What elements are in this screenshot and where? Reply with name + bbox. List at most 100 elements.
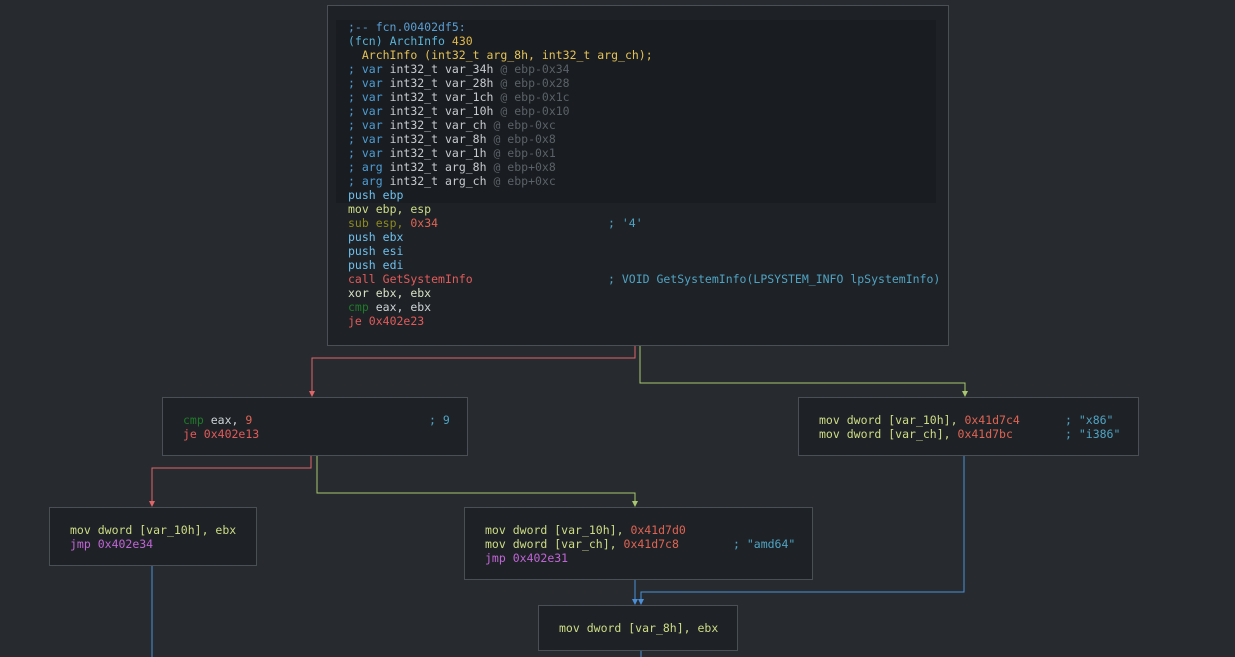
operand: ebp, esp xyxy=(375,202,432,216)
operand: esi xyxy=(382,244,404,258)
operand: dword [var_10h], xyxy=(846,413,958,427)
signature-text: ArchInfo (int32_t arg_8h, int32_t arg_ch… xyxy=(361,48,653,62)
basic-block-mov-ebx[interactable]: mov dword [var_10h], ebx jmp 0x402e34 xyxy=(49,507,257,566)
var-kind: ; var xyxy=(348,76,383,90)
instruction[interactable]: call GetSystemInfo ; VOID GetSystemInfo(L… xyxy=(348,272,948,286)
jump-target[interactable]: 0x402e23 xyxy=(369,314,424,328)
var-location: @ ebp-0x1 xyxy=(493,146,556,160)
instruction[interactable]: push esi xyxy=(348,244,948,258)
var-location: @ ebp-0x10 xyxy=(500,104,570,118)
basic-block-cmp9[interactable]: cmp eax, 9 ; 9 je 0x402e13 xyxy=(162,397,468,456)
jump-target[interactable]: 0x402e31 xyxy=(513,551,568,565)
var-declaration[interactable]: ; var int32_t var_1ch @ ebp-0x1c xyxy=(348,90,948,104)
basic-block-amd64[interactable]: mov dword [var_10h], 0x41d7d0 mov dword … xyxy=(464,507,813,580)
instruction[interactable]: je 0x402e23 xyxy=(348,314,948,328)
instruction[interactable]: sub esp, 0x34 ; '4' xyxy=(348,216,948,230)
var-kind: ; var xyxy=(348,90,383,104)
mnemonic: push xyxy=(348,230,376,244)
var-type: int32_t xyxy=(389,76,439,90)
instruction[interactable]: cmp eax, ebx xyxy=(348,300,948,314)
operand: dword [var_10h], ebx xyxy=(97,523,237,537)
var-type: int32_t xyxy=(389,160,439,174)
var-location: @ ebp-0xc xyxy=(493,118,556,132)
call-target[interactable]: GetSystemInfo xyxy=(383,272,473,286)
operand: ebp xyxy=(382,188,404,202)
mnemonic: je xyxy=(183,427,197,441)
mnemonic: push xyxy=(348,188,376,202)
edge-cmp9-to-movebx xyxy=(151,456,312,502)
var-type: int32_t xyxy=(389,62,439,76)
var-kind: ; arg xyxy=(348,160,383,174)
hex-operand: 0x41d7d0 xyxy=(630,523,686,537)
basic-block-main[interactable]: ;-- fcn.00402df5: (fcn) ArchInfo 430 Arc… xyxy=(327,5,949,346)
instruction[interactable]: mov dword [var_10h], 0x41d7d0 xyxy=(485,523,812,537)
fcn-prefix: (fcn) xyxy=(348,34,383,48)
instruction[interactable]: push ebx xyxy=(348,230,948,244)
comment: ; "i386" xyxy=(1065,427,1121,441)
instruction[interactable]: push ebp xyxy=(348,188,948,202)
instruction[interactable]: cmp eax, 9 ; 9 xyxy=(183,413,467,427)
operand: ebx xyxy=(382,230,404,244)
instruction[interactable]: xor ebx, ebx xyxy=(348,286,948,300)
mnemonic: mov xyxy=(819,413,840,427)
hex-operand: 0x34 xyxy=(410,216,439,230)
instruction[interactable]: jmp 0x402e31 xyxy=(485,551,812,565)
var-type: int32_t xyxy=(389,90,439,104)
var-declaration[interactable]: ; arg int32_t arg_8h @ ebp+0x8 xyxy=(348,160,948,174)
var-location: @ ebp-0x8 xyxy=(493,132,556,146)
function-name[interactable]: ArchInfo xyxy=(390,34,445,48)
mnemonic: push xyxy=(348,258,376,272)
var-declaration[interactable]: ; var int32_t var_34h @ ebp-0x34 xyxy=(348,62,948,76)
var-type: int32_t xyxy=(389,174,439,188)
mnemonic: mov xyxy=(485,523,506,537)
var-declaration[interactable]: ; var int32_t var_8h @ ebp-0x8 xyxy=(348,132,948,146)
var-declaration[interactable]: ; var int32_t var_28h @ ebp-0x28 xyxy=(348,76,948,90)
var-type: int32_t xyxy=(389,132,439,146)
mnemonic: jmp xyxy=(485,551,506,565)
mnemonic: call xyxy=(348,272,376,286)
operand: dword [var_ch], xyxy=(512,537,617,551)
var-declaration[interactable]: ; arg int32_t arg_ch @ ebp+0xc xyxy=(348,174,948,188)
instruction[interactable]: mov dword [var_10h], 0x41d7c4 ; "x86" xyxy=(819,413,1138,427)
var-declaration[interactable]: ; var int32_t var_ch @ ebp-0xc xyxy=(348,118,948,132)
comment: ; VOID GetSystemInfo(LPSYSTEM_INFO lpSys… xyxy=(608,272,941,286)
jump-target[interactable]: 0x402e13 xyxy=(204,427,259,441)
comment: ; '4' xyxy=(608,216,643,230)
instruction[interactable]: mov dword [var_10h], ebx xyxy=(70,523,256,537)
jump-target[interactable]: 0x402e34 xyxy=(98,537,153,551)
basic-block-var8h[interactable]: mov dword [var_8h], ebx xyxy=(538,605,738,651)
var-name: var_34h xyxy=(444,62,494,76)
var-location: @ ebp-0x28 xyxy=(500,76,570,90)
basic-block-x86[interactable]: mov dword [var_10h], 0x41d7c4 ; "x86" mov… xyxy=(798,397,1139,456)
operand: dword [var_ch], xyxy=(846,427,951,441)
instruction[interactable]: mov dword [var_8h], ebx xyxy=(559,621,737,635)
instruction[interactable]: mov dword [var_ch], 0x41d7c8 ; "amd64" xyxy=(485,537,812,551)
function-label[interactable]: ;-- fcn.00402df5: xyxy=(348,20,466,34)
mnemonic: xor xyxy=(348,286,369,300)
comment: ; "amd64" xyxy=(733,537,796,551)
var-type: int32_t xyxy=(389,146,439,160)
instruction[interactable]: je 0x402e13 xyxy=(183,427,467,441)
mnemonic: mov xyxy=(559,621,580,635)
mnemonic: sub xyxy=(348,216,369,230)
mnemonic: mov xyxy=(819,427,840,441)
instruction[interactable]: push edi xyxy=(348,258,948,272)
var-declaration[interactable]: ; var int32_t var_10h @ ebp-0x10 xyxy=(348,104,948,118)
var-name: var_28h xyxy=(444,76,494,90)
instruction[interactable]: mov dword [var_ch], 0x41d7bc ; "i386" xyxy=(819,427,1138,441)
var-type: int32_t xyxy=(389,118,439,132)
mnemonic: cmp xyxy=(348,300,369,314)
var-location: @ ebp-0x1c xyxy=(500,90,570,104)
operand: dword [var_8h], ebx xyxy=(586,621,719,635)
var-declaration[interactable]: ; var int32_t var_1h @ ebp-0x1 xyxy=(348,146,948,160)
var-name: var_1ch xyxy=(444,90,494,104)
instruction[interactable]: mov ebp, esp xyxy=(348,202,948,216)
instruction[interactable]: jmp 0x402e34 xyxy=(70,537,256,551)
var-kind: ; var xyxy=(348,62,383,76)
comment: ; 9 xyxy=(429,413,450,427)
operand: eax, xyxy=(210,413,239,427)
var-kind: ; var xyxy=(348,132,383,146)
var-name: arg_8h xyxy=(444,160,487,174)
hex-operand: 0x41d7bc xyxy=(957,427,1013,441)
function-size: 430 xyxy=(451,34,473,48)
